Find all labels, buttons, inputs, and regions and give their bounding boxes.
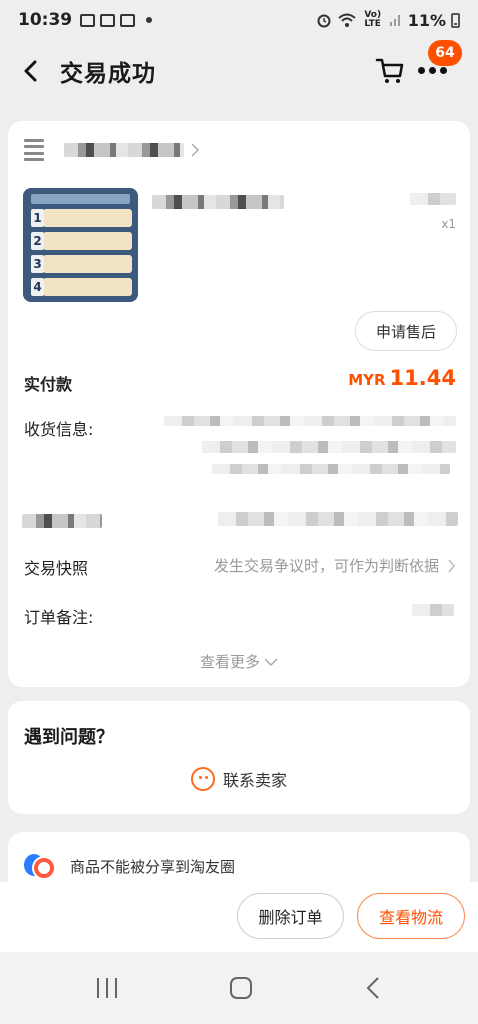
- address-line-redacted: [164, 416, 456, 426]
- home-icon[interactable]: [229, 977, 252, 999]
- recipient-name-redacted: [22, 514, 102, 528]
- product-quantity: x1: [441, 217, 456, 231]
- chevron-down-icon: [264, 657, 278, 666]
- recipient-phone-redacted: [218, 512, 458, 526]
- back-arrow-icon: [24, 60, 37, 82]
- chevron-right-icon: [448, 559, 455, 572]
- battery-icon: [451, 12, 460, 28]
- order-card: 1 2 3 4 x1 申请售后 实付款 MYR 11.44 收货信息: 交易快照…: [8, 121, 470, 687]
- status-time: 10:39: [18, 10, 73, 30]
- see-more-label: 查看更多: [199, 653, 260, 671]
- paid-label: 实付款: [24, 375, 73, 394]
- product-image[interactable]: 1 2 3 4: [23, 188, 138, 302]
- back-button[interactable]: [6, 46, 56, 96]
- store-row[interactable]: [24, 139, 200, 161]
- page-header: 交易成功 64: [0, 40, 478, 102]
- page-title: 交易成功: [60, 61, 156, 87]
- product-price-redacted: [410, 193, 456, 205]
- snapshot-hint: 发生交易争议时，可作为判断依据: [213, 557, 439, 575]
- product-title-redacted[interactable]: [152, 195, 284, 209]
- system-nav-bar: [0, 952, 478, 1024]
- more-notifications-icon: [146, 17, 153, 23]
- delete-order-button[interactable]: 删除订单: [237, 893, 344, 939]
- volte-label: Vo) LTE: [364, 10, 382, 29]
- gallery-icon: [80, 13, 96, 27]
- store-icon: [24, 139, 44, 161]
- cart-icon[interactable]: [374, 54, 406, 86]
- share-notice-text: 商品不能被分享到淘友圈: [70, 857, 236, 876]
- app-notification-icon: [120, 13, 136, 27]
- memo-value-redacted: [412, 604, 454, 616]
- calendar-icon: [100, 13, 116, 27]
- snapshot-row[interactable]: 发生交易争议时，可作为判断依据: [214, 555, 456, 576]
- help-card: 遇到问题？ 联系卖家: [8, 701, 470, 814]
- store-name-redacted: [64, 143, 184, 157]
- bottom-action-bar: 删除订单 查看物流: [0, 882, 478, 952]
- see-more-button[interactable]: 查看更多: [8, 651, 470, 672]
- paid-value: 11.44: [389, 366, 456, 390]
- message-count-badge: 64: [428, 40, 462, 66]
- taoyou-icon: [24, 852, 56, 880]
- wifi-icon: [338, 13, 356, 27]
- address-line-redacted: [202, 441, 456, 453]
- signal-icon: [389, 15, 400, 26]
- alarm-icon: [317, 14, 331, 28]
- nav-back-icon[interactable]: [365, 976, 381, 1000]
- recent-apps-icon[interactable]: [96, 978, 117, 998]
- paid-amount: MYR 11.44: [348, 366, 456, 390]
- view-logistics-button[interactable]: 查看物流: [357, 893, 465, 939]
- contact-seller-button[interactable]: 联系卖家: [8, 767, 470, 791]
- contact-seller-label: 联系卖家: [222, 771, 287, 790]
- snapshot-label[interactable]: 交易快照: [24, 555, 88, 579]
- address-line-redacted: [212, 464, 450, 474]
- battery-percent: 11%: [407, 10, 446, 30]
- address-label: 收货信息:: [24, 420, 94, 439]
- after-sale-button[interactable]: 申请售后: [355, 311, 457, 351]
- help-title: 遇到问题？: [24, 727, 114, 748]
- chevron-right-icon: [191, 143, 200, 157]
- status-bar: 10:39 Vo) LTE 11%: [0, 0, 478, 40]
- memo-label: 订单备注:: [24, 608, 94, 627]
- seller-chat-icon: [190, 767, 215, 791]
- paid-currency: MYR: [348, 371, 386, 389]
